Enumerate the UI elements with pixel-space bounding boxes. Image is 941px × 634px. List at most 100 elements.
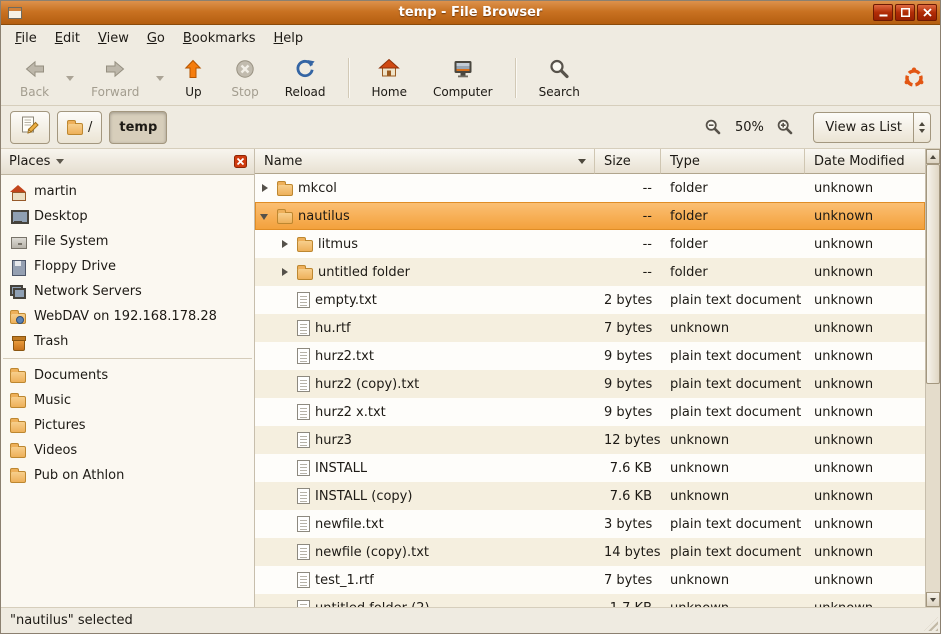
sidebar-item-floppy-drive[interactable]: Floppy Drive <box>1 254 254 279</box>
maximize-button[interactable] <box>895 4 915 21</box>
table-row-selected[interactable]: nautilus -- folder unknown <box>255 202 925 230</box>
menu-bookmarks[interactable]: Bookmarks <box>175 28 264 49</box>
sidebar-item-documents[interactable]: Documents <box>1 363 254 388</box>
scroll-up-button[interactable] <box>926 149 940 164</box>
back-button[interactable]: Back <box>7 53 62 103</box>
column-header-name[interactable]: Name <box>255 149 595 174</box>
titlebar[interactable]: temp - File Browser <box>1 1 940 25</box>
window-icon[interactable] <box>7 5 23 21</box>
cell-type: unknown <box>661 489 805 504</box>
cell-name: newfile (copy).txt <box>255 544 595 560</box>
indent-spacer <box>278 293 292 307</box>
cell-type: plain text document <box>661 405 805 420</box>
sidebar-item-label: Pub on Athlon <box>34 468 124 483</box>
path-root-button[interactable]: / <box>57 111 102 144</box>
search-button[interactable]: Search <box>526 53 593 103</box>
vertical-scrollbar[interactable] <box>925 149 940 607</box>
chevron-down-icon <box>156 76 164 81</box>
cell-type: folder <box>661 237 805 252</box>
expander-expanded-icon[interactable] <box>258 209 272 223</box>
sidebar-header: Places <box>1 149 254 175</box>
view-selector[interactable]: View as List <box>813 112 931 143</box>
sidebar-item-webdav[interactable]: WebDAV on 192.168.178.28 <box>1 304 254 329</box>
sidebar-item-desktop[interactable]: Desktop <box>1 204 254 229</box>
sidebar-item-videos[interactable]: Videos <box>1 438 254 463</box>
scroll-down-button[interactable] <box>926 592 940 607</box>
cell-size: -- <box>595 209 661 224</box>
view-selector-label: View as List <box>814 113 913 142</box>
home-icon <box>377 57 401 85</box>
cell-date-modified: unknown <box>805 265 925 280</box>
menu-file[interactable]: File <box>7 28 45 49</box>
scrollbar-track[interactable] <box>926 164 940 592</box>
scrollbar-thumb[interactable] <box>926 164 940 384</box>
forward-history-dropdown[interactable] <box>152 53 168 103</box>
reload-button[interactable]: Reload <box>272 53 339 103</box>
table-row[interactable]: INSTALL (copy) 7.6 KB unknown unknown <box>255 482 925 510</box>
table-row[interactable]: hurz2 x.txt 9 bytes plain text document … <box>255 398 925 426</box>
cell-name: newfile.txt <box>255 516 595 532</box>
file-name: hurz2.txt <box>315 349 374 364</box>
cell-size: 14 bytes <box>595 545 661 560</box>
menu-edit[interactable]: Edit <box>47 28 88 49</box>
table-row[interactable]: untitled folder (2) 1.7 KB unknown unkno… <box>255 594 925 607</box>
sidebar-item-music[interactable]: Music <box>1 388 254 413</box>
table-row[interactable]: newfile (copy).txt 14 bytes plain text d… <box>255 538 925 566</box>
cell-name: hurz2 x.txt <box>255 404 595 420</box>
back-history-dropdown[interactable] <box>62 53 78 103</box>
column-header-type[interactable]: Type <box>661 149 805 174</box>
zoom-in-button[interactable] <box>774 116 796 138</box>
toggle-location-entry-button[interactable] <box>10 111 50 144</box>
menu-view[interactable]: View <box>90 28 137 49</box>
table-row[interactable]: test_1.rtf 7 bytes unknown unknown <box>255 566 925 594</box>
computer-button[interactable]: Computer <box>420 53 506 103</box>
cell-date-modified: unknown <box>805 489 925 504</box>
file-name: litmus <box>318 237 358 252</box>
view-selector-stepper[interactable] <box>913 113 930 142</box>
cell-size: -- <box>595 237 661 252</box>
stop-button[interactable]: Stop <box>218 53 271 103</box>
expander-collapsed-icon[interactable] <box>258 181 272 195</box>
cell-date-modified: unknown <box>805 433 925 448</box>
home-button[interactable]: Home <box>359 53 420 103</box>
file-name: newfile (copy).txt <box>315 545 429 560</box>
table-row[interactable]: mkcol -- folder unknown <box>255 174 925 202</box>
cell-name: hurz2.txt <box>255 348 595 364</box>
path-current-button[interactable]: temp <box>109 111 167 144</box>
expander-collapsed-icon[interactable] <box>278 265 292 279</box>
table-row[interactable]: INSTALL 7.6 KB unknown unknown <box>255 454 925 482</box>
up-button[interactable]: Up <box>168 53 218 103</box>
table-row[interactable]: hurz2 (copy).txt 9 bytes plain text docu… <box>255 370 925 398</box>
places-selector-button[interactable]: Places <box>9 154 231 169</box>
sidebar-item-martin[interactable]: martin <box>1 179 254 204</box>
minimize-button[interactable] <box>873 4 893 21</box>
table-row[interactable]: empty.txt 2 bytes plain text document un… <box>255 286 925 314</box>
table-row[interactable]: hurz2.txt 9 bytes plain text document un… <box>255 342 925 370</box>
sidebar-item-trash[interactable]: Trash <box>1 329 254 354</box>
table-row[interactable]: untitled folder -- folder unknown <box>255 258 925 286</box>
back-icon <box>23 57 47 85</box>
table-row[interactable]: hu.rtf 7 bytes unknown unknown <box>255 314 925 342</box>
cell-size: 7 bytes <box>595 573 661 588</box>
resize-grip[interactable] <box>924 617 938 631</box>
indent-spacer <box>278 433 292 447</box>
expander-collapsed-icon[interactable] <box>278 237 292 251</box>
menu-help[interactable]: Help <box>266 28 312 49</box>
table-row[interactable]: hurz3 12 bytes unknown unknown <box>255 426 925 454</box>
table-row[interactable]: litmus -- folder unknown <box>255 230 925 258</box>
floppy-icon <box>10 259 26 275</box>
zoom-out-button[interactable] <box>702 116 724 138</box>
close-sidebar-button[interactable] <box>231 153 249 171</box>
forward-button[interactable]: Forward <box>78 53 152 103</box>
sidebar-item-label: Videos <box>34 443 77 458</box>
menu-go[interactable]: Go <box>139 28 173 49</box>
text-file-icon <box>297 600 310 607</box>
column-header-size[interactable]: Size <box>595 149 661 174</box>
sidebar-item-pub-on-athlon[interactable]: Pub on Athlon <box>1 463 254 488</box>
sidebar-item-pictures[interactable]: Pictures <box>1 413 254 438</box>
column-header-date-modified[interactable]: Date Modified <box>805 149 925 174</box>
close-button[interactable] <box>917 4 937 21</box>
sidebar-item-network-servers[interactable]: Network Servers <box>1 279 254 304</box>
sidebar-item-file-system[interactable]: File System <box>1 229 254 254</box>
table-row[interactable]: newfile.txt 3 bytes plain text document … <box>255 510 925 538</box>
